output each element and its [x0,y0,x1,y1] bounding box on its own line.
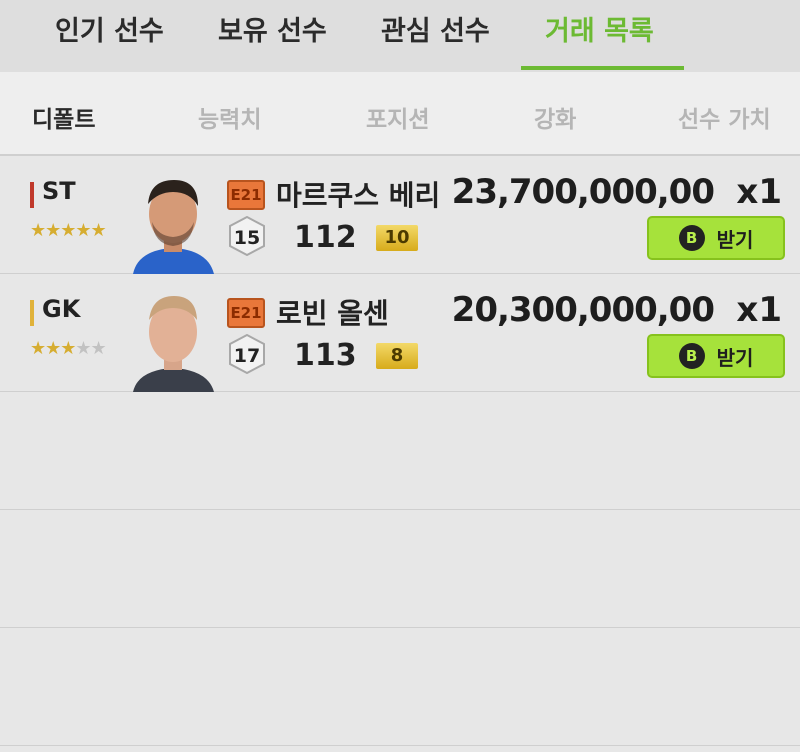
player-photo [128,282,218,392]
receive-button-label: 받기 [716,227,754,252]
tab-owned-players[interactable]: 보유 선수 [218,12,327,52]
sort-position[interactable]: 포지션 [366,100,429,134]
tab-watchlist-players[interactable]: 관심 선수 [381,12,490,52]
salary-hex-badge: 15 [229,216,265,256]
sort-enhance[interactable]: 강화 [534,100,576,134]
trade-list-row[interactable]: GK ★★★★★ E21 로빈 올센 17 113 8 20,300,000,0… [0,274,800,392]
player-quantity: x1 [736,290,782,330]
season-badge: E21 [227,180,265,210]
trade-list-row[interactable]: ST ★★★★★ E21 마르쿠스 베리 15 112 10 23,700,00… [0,156,800,274]
receive-button[interactable]: B 받기 [647,334,785,378]
player-ovr: 112 [294,220,357,255]
empty-row-divider [0,745,800,746]
bp-coin-icon: B [678,225,705,251]
tab-bar: 인기 선수 보유 선수 관심 선수 거래 목록 [0,0,800,72]
tab-popular-players[interactable]: 인기 선수 [55,12,164,52]
season-badge: E21 [227,298,265,328]
position-color-bar [30,182,34,208]
enhance-grade-badge: 8 [376,343,418,369]
tab-trade-list[interactable]: 거래 목록 [545,12,654,52]
player-position: GK [42,295,81,323]
player-name: 마르쿠스 베리 [276,179,441,212]
bp-coin-icon: B [678,343,705,369]
receive-button-label: 받기 [716,345,754,370]
active-tab-indicator [521,66,684,70]
player-price: 23,700,000,00 [451,172,715,212]
sort-default[interactable]: 디폴트 [32,100,95,134]
salary-hex-badge: 17 [229,334,265,374]
receive-button[interactable]: B 받기 [647,216,785,260]
position-color-bar [30,300,34,326]
sort-ability[interactable]: 능력치 [198,100,261,134]
skill-stars: ★★★★★ [30,220,107,241]
salary-value: 17 [234,345,260,367]
empty-row-divider [0,509,800,510]
player-name: 로빈 올센 [276,297,389,330]
sort-bar: 디폴트 능력치 포지션 강화 선수 가치 [0,72,800,156]
player-price: 20,300,000,00 [451,290,715,330]
player-position: ST [42,177,76,205]
player-photo [128,164,218,274]
enhance-grade-badge: 10 [376,225,418,251]
player-quantity: x1 [736,172,782,212]
sort-player-value[interactable]: 선수 가치 [678,100,771,134]
player-ovr: 113 [294,338,357,373]
empty-row-divider [0,627,800,628]
skill-stars: ★★★★★ [30,338,107,359]
salary-value: 15 [234,227,260,249]
